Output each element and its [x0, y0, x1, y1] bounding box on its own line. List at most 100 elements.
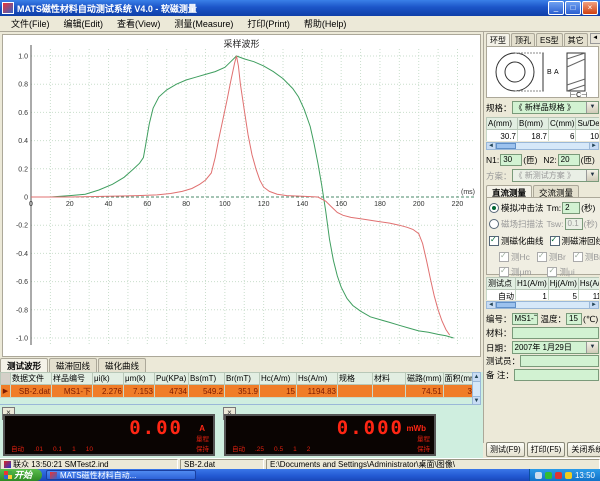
- core-shape-tab[interactable]: 顶孔: [511, 33, 535, 46]
- tab-scroll-left-icon[interactable]: ◄: [590, 33, 600, 44]
- checkbox-icon[interactable]: [573, 252, 583, 262]
- column-header[interactable]: Br(mT): [225, 373, 260, 385]
- table-cell[interactable]: SB-2.dat: [11, 385, 52, 398]
- spec-table-hscrollbar[interactable]: ◄ ►: [486, 142, 599, 150]
- table-cell[interactable]: 4734: [155, 385, 189, 398]
- menu-item[interactable]: 打印(Print): [240, 16, 297, 31]
- result-tab[interactable]: 测试波形: [0, 358, 48, 372]
- table-cell[interactable]: 351.9: [225, 385, 260, 398]
- close-button[interactable]: ×: [582, 1, 598, 15]
- chevron-down-icon[interactable]: ▼: [586, 342, 598, 353]
- scroll-right-icon[interactable]: ►: [589, 143, 598, 149]
- action-button[interactable]: 关闭系统: [567, 442, 600, 457]
- start-button[interactable]: 开始: [0, 469, 42, 481]
- scroll-thumb[interactable]: [496, 143, 516, 149]
- radio-icon[interactable]: [489, 219, 499, 229]
- table-cell[interactable]: 74.51: [406, 385, 444, 398]
- range-button[interactable]: 1: [293, 443, 297, 453]
- scroll-thumb[interactable]: [496, 302, 516, 308]
- checkbox-icon[interactable]: [499, 252, 509, 262]
- column-header[interactable]: Hc(A/m): [260, 373, 297, 385]
- temperature-input[interactable]: 15: [566, 313, 582, 325]
- note-input[interactable]: [514, 369, 599, 381]
- result-tab[interactable]: 磁化曲线: [98, 358, 146, 372]
- range-button[interactable]: 2: [307, 443, 311, 453]
- range-hold-button[interactable]: 量程保持: [196, 433, 209, 453]
- column-header[interactable]: 磁路(mm): [406, 373, 444, 385]
- column-header[interactable]: C(mm): [549, 118, 576, 130]
- table-cell[interactable]: 1194: [578, 290, 599, 301]
- column-header[interactable]: 测试点: [487, 278, 516, 290]
- menu-item[interactable]: 帮助(Help): [297, 16, 354, 31]
- scroll-right-icon[interactable]: ►: [589, 302, 598, 308]
- column-header[interactable]: 规格: [338, 373, 373, 385]
- table-row[interactable]: 30.718.76100: [487, 130, 600, 142]
- table-cell[interactable]: [373, 385, 406, 398]
- table-row[interactable]: ▶SB-2.datMS1-下2.2767.1534734549.2351.915…: [1, 385, 473, 398]
- checkbox-icon[interactable]: [550, 236, 560, 246]
- checkbox-icon[interactable]: [547, 267, 557, 277]
- table-cell[interactable]: 2.276: [93, 385, 124, 398]
- table-cell[interactable]: 自动: [487, 290, 516, 301]
- test-table-hscrollbar[interactable]: ◄ ►: [486, 301, 599, 309]
- tray-icon[interactable]: [535, 472, 542, 479]
- chevron-down-icon[interactable]: ▼: [586, 170, 598, 181]
- range-button[interactable]: .01: [34, 443, 43, 453]
- action-button[interactable]: 打印(F5): [527, 442, 566, 457]
- scroll-left-icon[interactable]: ◄: [487, 302, 496, 308]
- material-input[interactable]: [512, 327, 599, 339]
- column-header[interactable]: Su/De: [576, 118, 599, 130]
- table-cell[interactable]: [338, 385, 373, 398]
- scroll-left-icon[interactable]: ◄: [487, 143, 496, 149]
- table-cell[interactable]: 15: [260, 385, 297, 398]
- tray-icon[interactable]: [545, 472, 552, 479]
- sample-id-input[interactable]: MS1-下: [512, 313, 538, 325]
- range-hold-button[interactable]: 量程保持: [417, 433, 430, 453]
- column-header[interactable]: μm(k): [124, 373, 155, 385]
- maximize-button[interactable]: □: [565, 1, 581, 15]
- column-header[interactable]: Hs(A/m): [297, 373, 338, 385]
- range-button[interactable]: 自动: [232, 443, 245, 453]
- result-table-vscrollbar[interactable]: ▲ ▼: [472, 372, 481, 404]
- core-shape-tab[interactable]: ES型: [536, 33, 563, 46]
- column-header[interactable]: 样品编号: [52, 373, 93, 385]
- table-cell[interactable]: 5: [548, 290, 578, 301]
- column-header[interactable]: Bs(mT): [189, 373, 225, 385]
- column-header[interactable]: 数据文件: [11, 373, 52, 385]
- table-cell[interactable]: 100: [576, 130, 599, 142]
- date-picker[interactable]: 2007年 1月29日 ▼: [512, 341, 599, 354]
- tester-input[interactable]: [520, 355, 599, 367]
- column-header[interactable]: A(mm): [487, 118, 518, 130]
- column-header[interactable]: B(mm): [518, 118, 549, 130]
- column-header[interactable]: 材料: [373, 373, 406, 385]
- action-button[interactable]: 测试(F9): [486, 442, 525, 457]
- range-button[interactable]: 0.5: [274, 443, 283, 453]
- column-header[interactable]: μi(k): [93, 373, 124, 385]
- table-cell[interactable]: 18.7: [518, 130, 549, 142]
- table-cell[interactable]: MS1-下: [52, 385, 93, 398]
- radio-icon[interactable]: [489, 203, 499, 213]
- spec-combobox[interactable]: 《 新样品规格 》 ▼: [512, 101, 599, 114]
- range-button[interactable]: 1: [72, 443, 76, 453]
- minimize-button[interactable]: _: [548, 1, 564, 15]
- scroll-up-icon[interactable]: ▲: [473, 373, 480, 382]
- plan-combobox[interactable]: 《 新测试方案 》 ▼: [512, 169, 599, 182]
- result-tab[interactable]: 磁滞回线: [49, 358, 97, 372]
- range-button[interactable]: 10: [86, 443, 93, 453]
- n2-input[interactable]: 20: [558, 154, 580, 166]
- n1-input[interactable]: 30: [500, 154, 522, 166]
- tm-input[interactable]: 2: [562, 202, 580, 214]
- checkbox-icon[interactable]: [499, 267, 509, 277]
- column-header[interactable]: 面积(mm^2): [443, 373, 472, 385]
- column-header[interactable]: Hs(A/m): [578, 278, 599, 290]
- menu-item[interactable]: 编辑(Edit): [57, 16, 111, 31]
- column-header[interactable]: Hj(A/m): [548, 278, 578, 290]
- range-button[interactable]: .25: [255, 443, 264, 453]
- tray-icon[interactable]: [555, 472, 562, 479]
- core-shape-tab[interactable]: 其它: [564, 33, 588, 46]
- core-shape-tab[interactable]: 环型: [486, 33, 510, 46]
- table-cell[interactable]: 35.27: [443, 385, 472, 398]
- checkbox-icon[interactable]: [537, 252, 547, 262]
- column-header[interactable]: H1(A/m): [516, 278, 549, 290]
- table-cell[interactable]: 30.7: [487, 130, 518, 142]
